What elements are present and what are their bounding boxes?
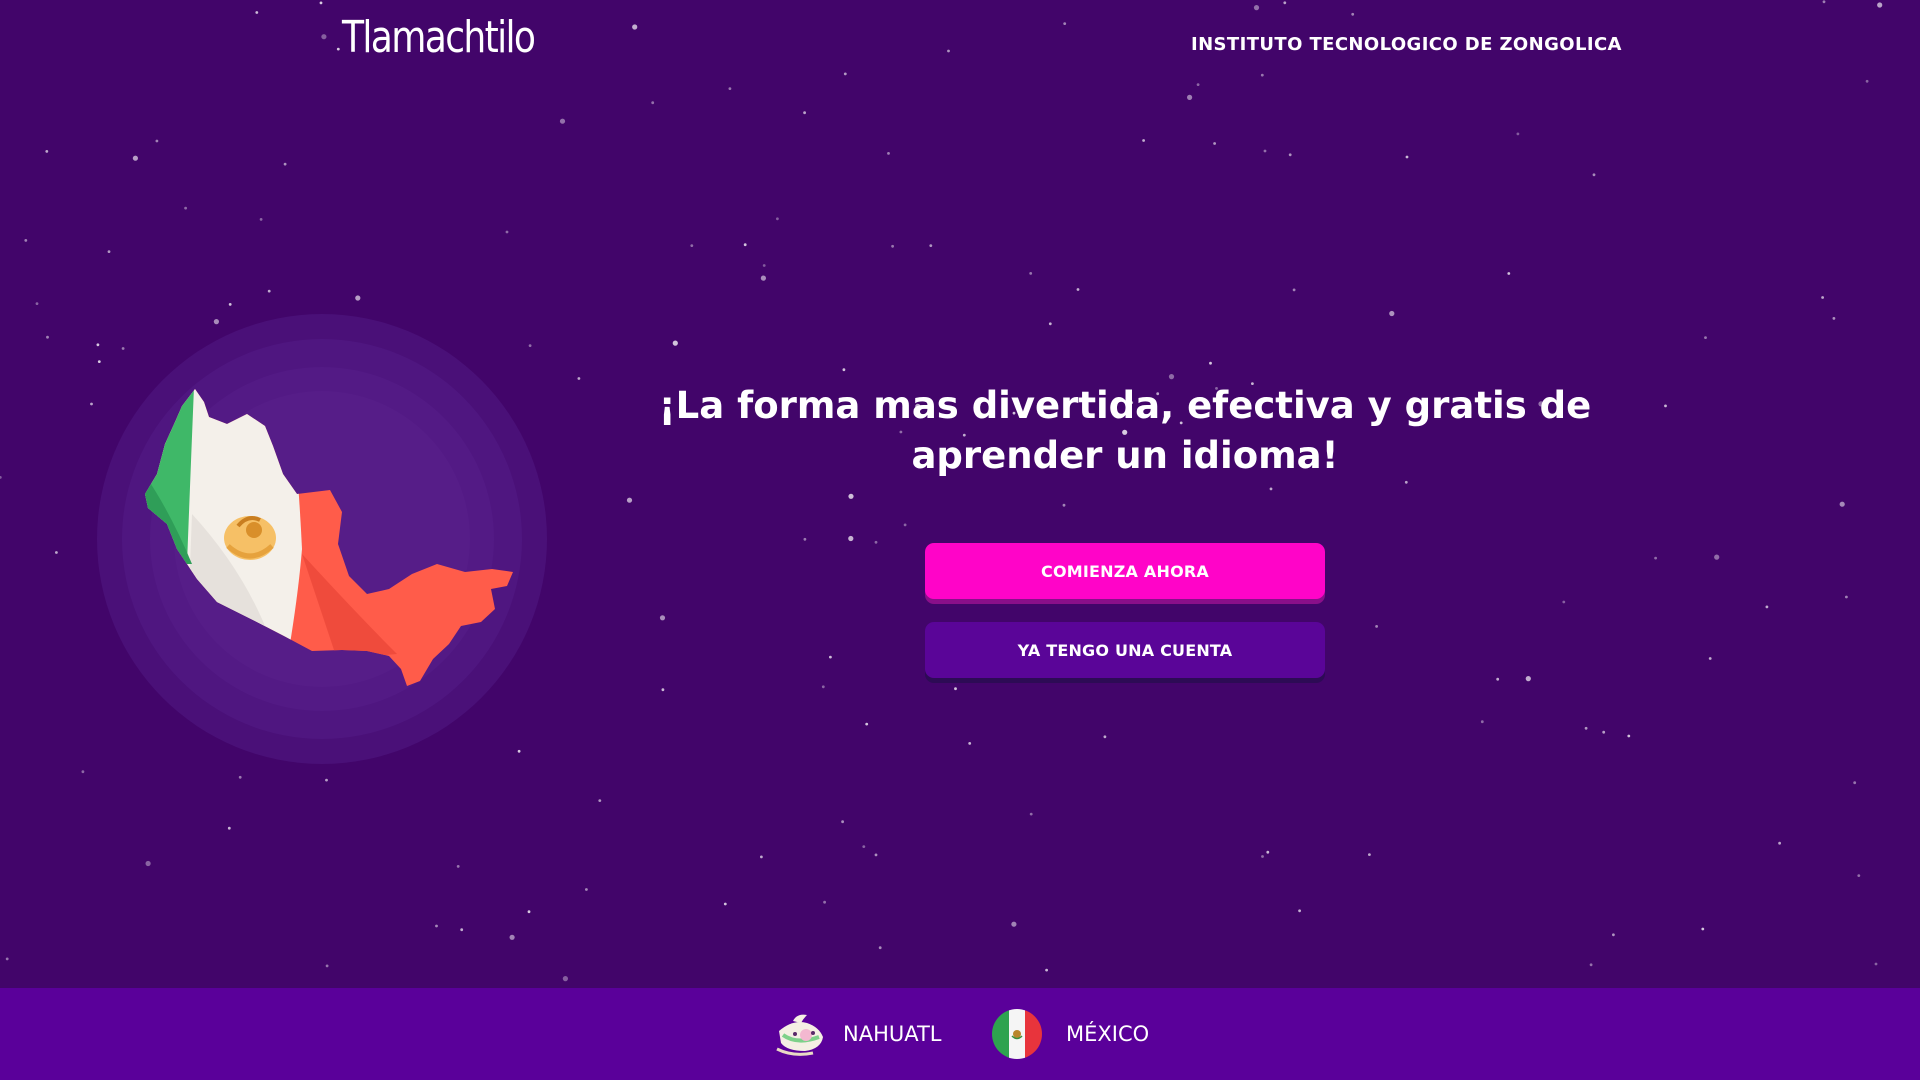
mexico-flag-icon [992, 1009, 1042, 1059]
language-nahuatl[interactable]: NAHUATL [773, 988, 942, 1080]
footer-bar: NAHUATL MÉXICO [0, 988, 1920, 1080]
country-mexico[interactable]: MÉXICO [992, 988, 1149, 1080]
language-label: NAHUATL [843, 1022, 942, 1046]
mexico-flag-map-icon [97, 314, 547, 764]
country-label: MÉXICO [1066, 1022, 1150, 1046]
start-now-button[interactable]: COMIENZA AHORA [925, 543, 1325, 599]
hero-headline: ¡La forma mas divertida, efectiva y grat… [658, 384, 1592, 477]
have-account-button[interactable]: YA TENGO UNA CUENTA [925, 622, 1325, 678]
app-logo[interactable]: Tlamachtilo [342, 12, 536, 63]
institute-link[interactable]: INSTITUTO TECNOLOGICO DE ZONGOLICA [1191, 34, 1622, 55]
nahuatl-glyph-icon [773, 1009, 831, 1059]
